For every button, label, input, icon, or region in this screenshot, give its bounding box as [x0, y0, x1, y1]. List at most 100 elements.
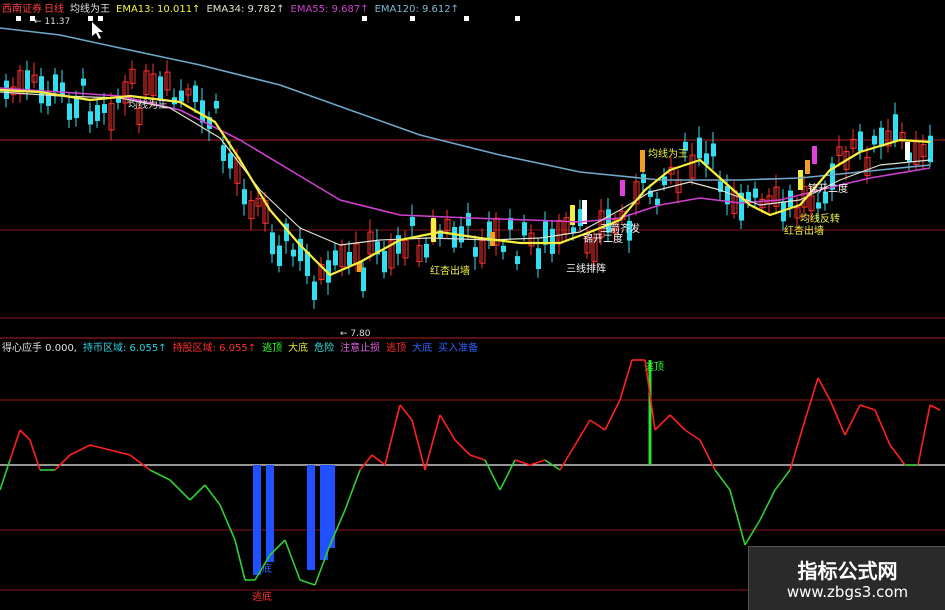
candle-down — [291, 249, 296, 257]
marker-square — [464, 16, 469, 21]
oscillator-segment — [817, 377, 831, 401]
marker-square — [16, 16, 21, 21]
oscillator-segment — [129, 454, 151, 471]
legend-item: 持币区域: 6.055↑ — [83, 343, 167, 354]
oscillator-segment — [574, 419, 591, 446]
candle-white — [905, 142, 910, 160]
candle-highlight — [798, 170, 803, 190]
candle-down — [25, 70, 30, 92]
candle-down — [221, 145, 226, 161]
oscillator-segment — [424, 414, 441, 471]
candle-down — [60, 82, 65, 97]
oscillator-segment — [204, 484, 221, 506]
candle-down — [788, 190, 793, 208]
candle-down — [67, 103, 72, 120]
oscillator-segment — [149, 469, 171, 481]
ema55-value: EMA55: 9.687↑ — [290, 4, 369, 15]
candle-magenta — [812, 146, 817, 164]
candle-down — [543, 221, 548, 245]
candle-down — [879, 127, 884, 147]
candle-down — [697, 137, 702, 159]
candle-down — [893, 114, 898, 142]
oscillator-segment — [69, 444, 91, 456]
candle-down — [214, 100, 219, 109]
candle-down — [928, 135, 933, 163]
marker-square — [98, 16, 103, 21]
candle-down — [501, 245, 506, 253]
oscillator-segment — [714, 469, 731, 491]
oscillator-segment — [889, 444, 906, 466]
oscillator-segment — [744, 519, 761, 546]
signal-bar-blue — [320, 465, 328, 560]
oscillator-segment — [559, 444, 576, 471]
oscillator-segment — [19, 429, 31, 441]
oscillator-segment — [109, 449, 131, 456]
oscillator-segment — [439, 414, 456, 441]
candle-down — [536, 248, 541, 270]
candle-down — [74, 97, 79, 118]
period-label[interactable]: 日线 — [44, 4, 64, 15]
high-price-label: ← 11.37 — [34, 17, 70, 27]
legend-item: 危险 — [314, 343, 335, 354]
watermark: 指标公式网 www.zbgs3.com — [748, 546, 945, 610]
osc-name: 得心应手 0.000, — [2, 343, 77, 354]
legend-panel — [530, 14, 945, 140]
oscillator-segment — [384, 404, 401, 466]
legend-item: 逃顶 — [262, 343, 283, 354]
oscillator-segment — [619, 359, 633, 401]
legend-item: 买入准备 — [438, 343, 479, 354]
oscillator-segment — [411, 419, 426, 471]
marker-square — [410, 16, 415, 21]
oscillator-segment — [669, 414, 686, 431]
candle-highlight — [640, 150, 645, 172]
indicator-name: 均线为王 — [70, 4, 110, 15]
oscillator-segment — [917, 404, 931, 466]
signal-label: 锦开二度 — [808, 182, 848, 195]
candle-down — [228, 153, 233, 169]
candle-white — [582, 200, 587, 224]
oscillator-segment — [89, 444, 111, 451]
oscillator-segment — [219, 504, 236, 541]
oscillator-segment — [469, 454, 486, 461]
candle-down — [200, 100, 205, 123]
candle-down — [179, 90, 184, 102]
marker-square — [362, 16, 367, 21]
oscillator-segment — [169, 479, 191, 501]
candle-down — [655, 198, 660, 206]
signal-label: 均线为王 — [128, 98, 168, 111]
oscillator-segment — [284, 539, 301, 581]
stock-chart[interactable]: ← 11.37← 7.80均线为王红杏出墙 三线排阵锦开二度三箭齐发均线为王锦开二… — [0, 0, 945, 609]
candle-down — [662, 176, 667, 186]
watermark-url: www.zbgs3.com — [786, 583, 909, 601]
signal-bar-blue — [307, 465, 315, 570]
oscillator-segment — [759, 489, 776, 521]
low-price-label: ← 7.80 — [340, 329, 371, 339]
oscillator-segment — [804, 377, 819, 421]
candle-down — [466, 213, 471, 226]
legend-item: 持股区域: 6.055↑ — [172, 343, 257, 354]
candle-down — [711, 143, 716, 157]
oscillator-segment — [189, 484, 206, 501]
bottom-signal-label: 逃底 — [252, 590, 272, 603]
candle-down — [102, 104, 107, 113]
candle-down — [550, 228, 555, 254]
candle-down — [347, 251, 352, 266]
bottom-signal-label: 底 — [262, 562, 272, 575]
watermark-title: 指标公式网 — [797, 559, 898, 583]
main-legend: 西南证券 日线 均线为王 EMA13: 10.011↑ EMA34: 9.782↑ EMA… — [2, 4, 465, 16]
candle-down — [81, 78, 86, 86]
oscillator-segment — [654, 414, 671, 431]
candle-down — [242, 189, 247, 205]
candle-down — [193, 85, 198, 103]
oscillator-segment — [874, 409, 891, 446]
oscillator-segment — [859, 404, 876, 411]
candle-down — [816, 202, 821, 209]
candle-down — [858, 131, 863, 152]
candle-down — [424, 243, 429, 258]
candle-down — [515, 256, 520, 265]
legend-item: 注意止损 — [340, 343, 381, 354]
candle-down — [872, 135, 877, 145]
oscillator-segment — [844, 404, 861, 436]
candle-down — [277, 245, 282, 267]
oscillator-segment — [371, 454, 386, 466]
